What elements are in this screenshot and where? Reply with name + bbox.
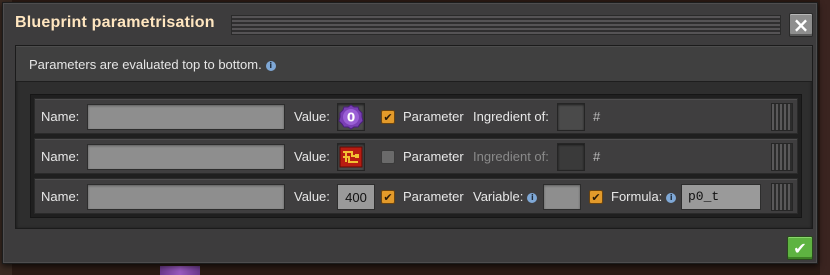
info-icon[interactable]: i xyxy=(265,60,276,71)
confirm-button[interactable]: ✔ xyxy=(787,236,813,260)
parameter-row: Name: Value: 0 ✔ Parameter Ingredient of… xyxy=(34,98,798,134)
name-input[interactable] xyxy=(87,184,285,210)
hash-label: # xyxy=(593,109,601,124)
name-label: Name: xyxy=(41,109,80,124)
parameter-row: Name: Value: Parameter Ingredient of: # xyxy=(34,138,798,174)
parameter-list[interactable]: Name: Value: 0 ✔ Parameter Ingredient of… xyxy=(30,94,802,218)
close-icon: × xyxy=(792,13,810,37)
info-icon[interactable]: i xyxy=(527,192,538,203)
background-art xyxy=(160,266,200,275)
ingredient-of-label: Ingredient of: xyxy=(473,149,549,164)
value-label: Value: xyxy=(294,149,330,164)
dialog-title: Blueprint parametrisation xyxy=(15,14,215,31)
variable-input[interactable] xyxy=(543,184,581,210)
value-slot[interactable] xyxy=(337,143,365,171)
ingredient-of-slot[interactable] xyxy=(557,103,585,131)
name-label: Name: xyxy=(41,149,80,164)
dialog-content: Parameters are evaluated top to bottom. i… xyxy=(15,45,813,229)
value-slot[interactable]: 0 xyxy=(337,103,365,131)
parameter-checkbox[interactable]: ✔ xyxy=(381,190,395,204)
parameter-row: Name: Value: 400 ✔ Parameter Variable: i … xyxy=(34,178,798,214)
drag-handle[interactable] xyxy=(771,183,793,211)
name-input[interactable] xyxy=(87,104,285,130)
name-input[interactable] xyxy=(87,144,285,170)
hash-label: # xyxy=(593,149,601,164)
parameter-checkbox[interactable]: ✔ xyxy=(381,110,395,124)
subheader: Parameters are evaluated top to bottom. i xyxy=(16,46,812,82)
variable-label: Variable: xyxy=(473,189,524,204)
close-button[interactable]: × xyxy=(789,13,813,37)
recipe-item-icon xyxy=(339,146,363,168)
parameter-0-text: 0 xyxy=(347,111,355,125)
drag-handle[interactable] xyxy=(771,143,793,171)
value-label: Value: xyxy=(294,109,330,124)
title-drag-handle[interactable] xyxy=(231,15,781,35)
checkmark-icon: ✔ xyxy=(793,238,807,258)
blueprint-parametrisation-dialog: Blueprint parametrisation × Parameters a… xyxy=(2,2,818,264)
parameter-0-icon: 0 xyxy=(338,104,364,130)
background-right xyxy=(820,0,830,275)
formula-checkbox[interactable]: ✔ xyxy=(589,190,603,204)
formula-label: Formula: xyxy=(611,189,663,204)
drag-handle[interactable] xyxy=(771,103,793,131)
parameter-checkbox[interactable] xyxy=(381,150,395,164)
subheader-text: Parameters are evaluated top to bottom. xyxy=(29,57,262,72)
parameter-label: Parameter xyxy=(403,149,464,164)
parameter-label: Parameter xyxy=(403,109,464,124)
formula-input[interactable]: p0_t xyxy=(681,184,761,210)
name-label: Name: xyxy=(41,189,80,204)
value-input[interactable]: 400 xyxy=(337,184,375,210)
info-icon[interactable]: i xyxy=(666,192,677,203)
parameter-label: Parameter xyxy=(403,189,464,204)
ingredient-of-slot xyxy=(557,143,585,171)
value-label: Value: xyxy=(294,189,330,204)
ingredient-of-label: Ingredient of: xyxy=(473,109,549,124)
